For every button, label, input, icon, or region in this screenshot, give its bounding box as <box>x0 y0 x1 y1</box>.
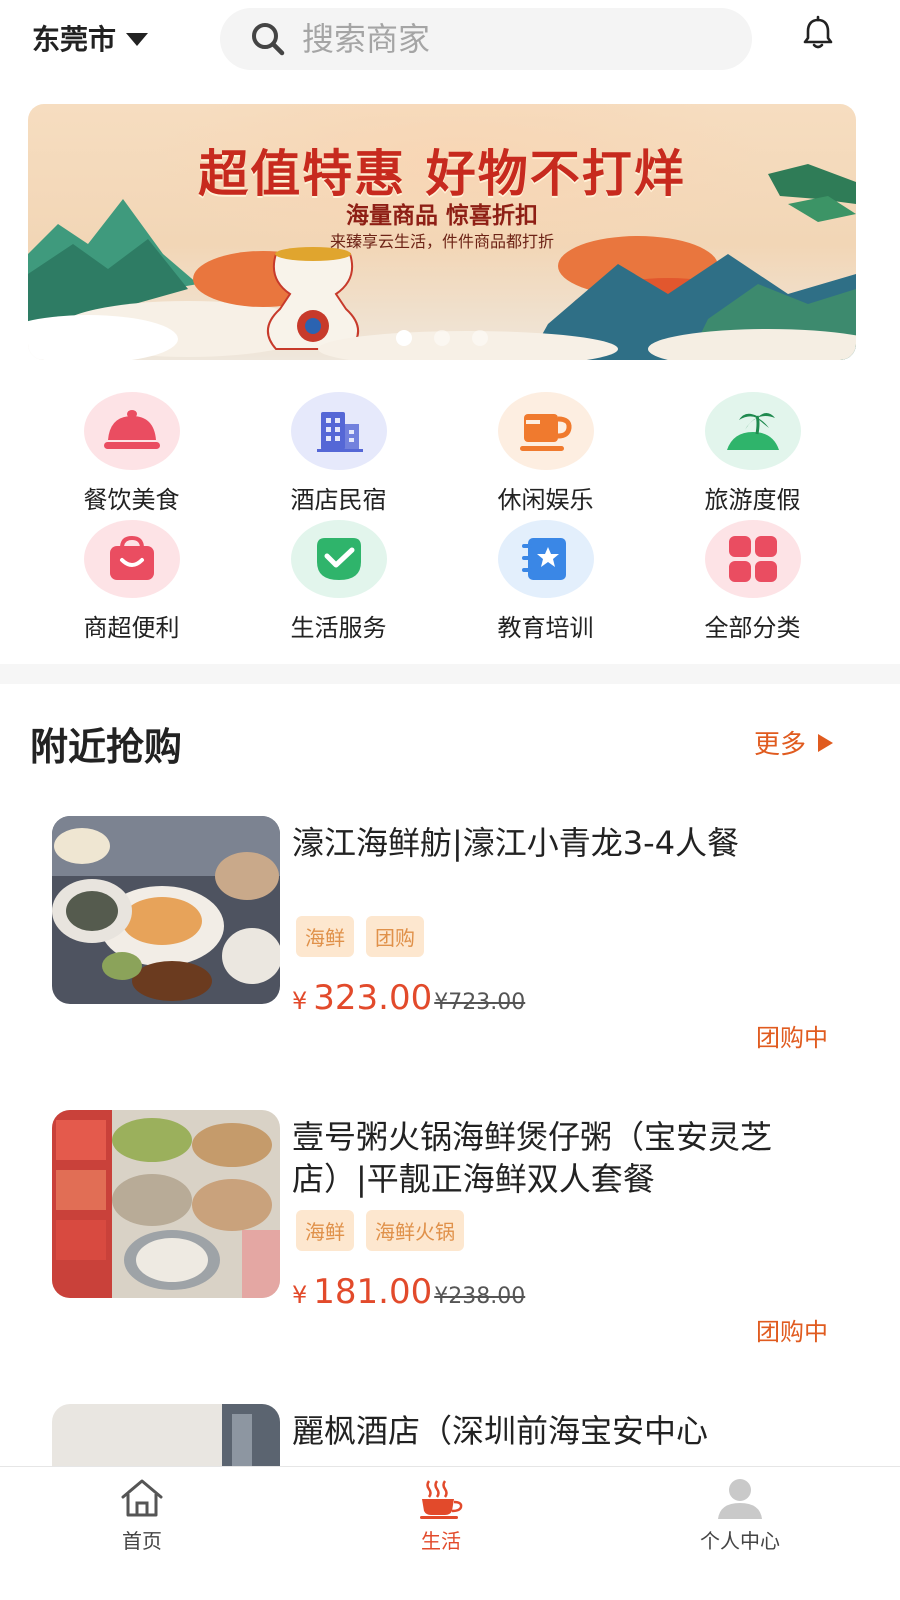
deal-tag: 海鲜火锅 <box>366 1210 464 1251</box>
home-icon <box>121 1479 163 1517</box>
palm-island-icon <box>704 392 801 470</box>
city-selector[interactable]: 东莞市 <box>32 18 149 58</box>
carousel-dots <box>28 330 856 346</box>
carousel-dot[interactable] <box>434 330 450 346</box>
city-label: 东莞市 <box>32 23 117 56</box>
current-price: 323.00 <box>313 978 433 1018</box>
nav-home[interactable]: 首页 <box>62 1477 222 1554</box>
carousel-dot[interactable] <box>396 330 412 346</box>
category-label: 餐饮美食 <box>83 486 180 514</box>
grid-squares-icon <box>704 520 801 598</box>
deal-status: 团购中 <box>756 1318 828 1346</box>
nav-profile[interactable]: 个人中心 <box>660 1477 820 1554</box>
check-badge-icon <box>290 520 387 598</box>
deal-name: 壹号粥火锅海鲜煲仔粥（宝安灵芝店）|平靓正海鲜双人套餐 <box>292 1118 773 1198</box>
bottom-nav: 首页 生活 个人中心 <box>0 1466 900 1600</box>
nav-profile-label: 个人中心 <box>700 1529 780 1553</box>
arrow-right-icon <box>818 733 834 752</box>
category-label: 休闲娱乐 <box>497 486 594 514</box>
caret-down-icon <box>126 32 149 46</box>
banner-subtitle: 海量商品 惊喜折扣 <box>345 203 538 229</box>
original-price: ¥723.00 <box>434 990 526 1015</box>
section-title: 附近抢购 <box>30 725 183 769</box>
deal-card[interactable]: 壹号粥火锅海鲜煲仔粥（宝安灵芝店）|平靓正海鲜双人套餐 海鲜 海鲜火锅 ¥ 18… <box>52 1110 852 1350</box>
deal-tag: 海鲜 <box>296 1210 354 1251</box>
hotel-building-icon <box>290 392 387 470</box>
category-item[interactable]: 旅游度假 <box>649 392 856 515</box>
deal-status: 团购中 <box>756 1024 828 1052</box>
current-price: 181.00 <box>313 1272 433 1312</box>
section-divider <box>0 664 900 684</box>
deal-thumbnail <box>52 1110 280 1298</box>
category-label: 旅游度假 <box>704 486 801 514</box>
category-item[interactable]: 餐饮美食 <box>28 392 235 515</box>
category-item[interactable]: 休闲娱乐 <box>442 392 649 515</box>
category-label: 教育培训 <box>497 614 594 642</box>
search-bar[interactable] <box>220 8 752 70</box>
category-label: 全部分类 <box>704 614 801 642</box>
deal-price: ¥ 323.00 ¥723.00 <box>292 978 525 1018</box>
deal-name: 麗枫酒店（深圳前海宝安中心 <box>292 1412 709 1450</box>
category-item[interactable]: 全部分类 <box>649 520 856 643</box>
search-icon <box>252 23 285 56</box>
carousel-dot[interactable] <box>472 330 488 346</box>
deal-name: 濠江海鲜舫|濠江小青龙3-4人餐 <box>292 824 740 862</box>
promo-banner[interactable]: 超值特惠 好物不打烊 海量商品 惊喜折扣 来臻享云生活，件件商品都打折 <box>28 104 856 360</box>
coffee-cup-icon <box>497 392 594 470</box>
nav-home-label: 首页 <box>122 1529 162 1553</box>
dining-cloche-icon <box>83 392 180 470</box>
currency-symbol: ¥ <box>292 987 308 1015</box>
banner-tagline: 来臻享云生活，件件商品都打折 <box>329 232 554 251</box>
category-item[interactable]: 教育培训 <box>442 520 649 643</box>
category-item[interactable]: 酒店民宿 <box>235 392 442 515</box>
deal-card[interactable]: 麗枫酒店（深圳前海宝安中心 <box>52 1404 852 1466</box>
search-input[interactable] <box>302 20 702 58</box>
deal-card[interactable]: 濠江海鲜舫|濠江小青龙3-4人餐 海鲜 团购 ¥ 323.00 ¥723.00 … <box>52 816 852 1056</box>
category-item[interactable]: 商超便利 <box>28 520 235 643</box>
category-item[interactable]: 生活服务 <box>235 520 442 643</box>
category-label: 商超便利 <box>83 614 180 642</box>
deal-tag: 海鲜 <box>296 916 354 957</box>
category-label: 酒店民宿 <box>290 486 387 514</box>
nav-life[interactable]: 生活 <box>361 1477 521 1554</box>
deal-price: ¥ 181.00 ¥238.00 <box>292 1272 525 1312</box>
more-label: 更多 <box>754 730 807 760</box>
original-price: ¥238.00 <box>434 1284 526 1309</box>
user-avatar-icon <box>718 1479 762 1519</box>
deal-tag: 团购 <box>366 916 424 957</box>
deal-thumbnail <box>52 816 280 1004</box>
shopping-bag-icon <box>83 520 180 598</box>
nav-life-label: 生活 <box>421 1529 461 1553</box>
category-label: 生活服务 <box>290 614 387 642</box>
steaming-cup-icon <box>420 1480 463 1519</box>
currency-symbol: ¥ <box>292 1281 308 1309</box>
bell-icon[interactable] <box>798 14 838 54</box>
deal-tags: 海鲜 海鲜火锅 <box>296 1210 464 1251</box>
deal-thumbnail <box>52 1404 280 1466</box>
more-link[interactable]: 更多 <box>754 724 834 761</box>
header: 东莞市 <box>0 0 900 90</box>
deal-tags: 海鲜 团购 <box>296 916 424 957</box>
star-book-icon <box>497 520 594 598</box>
